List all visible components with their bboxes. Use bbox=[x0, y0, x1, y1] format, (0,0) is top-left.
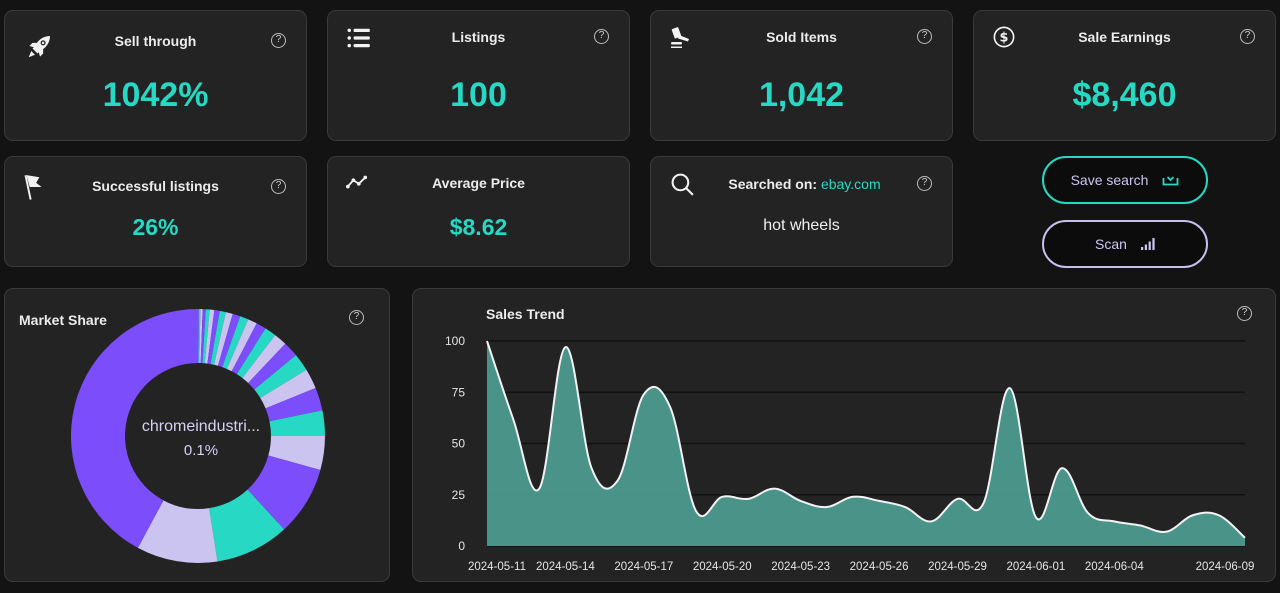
help-icon[interactable]: ? bbox=[917, 176, 932, 191]
save-search-button[interactable]: Save search bbox=[1042, 156, 1208, 204]
data-point[interactable] bbox=[640, 390, 648, 398]
listings-value: 100 bbox=[450, 76, 507, 114]
data-point[interactable] bbox=[1215, 511, 1223, 519]
data-point[interactable] bbox=[509, 415, 517, 423]
card-title: Successful listings bbox=[92, 178, 219, 194]
sale-earnings-card: $ Sale Earnings ? $8,460 bbox=[973, 10, 1276, 141]
help-icon[interactable]: ? bbox=[594, 29, 609, 44]
x-tick-label: 2024-06-01 bbox=[1006, 561, 1065, 573]
data-point[interactable] bbox=[483, 337, 491, 345]
donut-center-value: 0.1% bbox=[184, 442, 218, 459]
data-point[interactable] bbox=[1136, 522, 1144, 530]
help-icon[interactable]: ? bbox=[271, 33, 286, 48]
data-point[interactable] bbox=[1110, 517, 1118, 525]
donut-center-label: chromeindustri... bbox=[142, 418, 260, 435]
searched-on-label: Searched on: bbox=[728, 176, 818, 192]
searched-on-card: Searched on: ebay.com ? hot wheels bbox=[650, 156, 953, 267]
data-point[interactable] bbox=[588, 464, 596, 472]
data-point[interactable] bbox=[771, 485, 779, 493]
data-point[interactable] bbox=[849, 493, 857, 501]
card-title: Listings bbox=[451, 29, 506, 45]
search-query: hot wheels bbox=[763, 217, 840, 234]
help-icon[interactable]: ? bbox=[349, 310, 364, 325]
sales-trend-title: Sales Trend bbox=[486, 306, 565, 322]
scan-label: Scan bbox=[1095, 236, 1127, 252]
x-tick-label: 2024-06-04 bbox=[1085, 561, 1144, 573]
data-point[interactable] bbox=[1163, 528, 1171, 536]
data-point[interactable] bbox=[666, 403, 674, 411]
sold-items-card: Sold Items ? 1,042 bbox=[650, 10, 953, 141]
sell-through-card: Sell through ? 1042% bbox=[4, 10, 307, 141]
sales-trend-chart: 0 25 50 75 100 2024-05-11 2024-05-14 2024-05-17… bbox=[445, 334, 1255, 573]
y-tick-label: 25 bbox=[452, 488, 466, 502]
sales-trend-card: 0 25 50 75 100 2024-05-11 2024-05-14 2024-05-17… bbox=[412, 288, 1276, 582]
sold-items-value: 1,042 bbox=[758, 76, 845, 114]
data-point[interactable] bbox=[692, 507, 700, 515]
help-icon[interactable]: ? bbox=[917, 29, 932, 44]
x-tick-label: 2024-05-23 bbox=[771, 561, 830, 573]
data-point[interactable] bbox=[1241, 534, 1249, 542]
searched-site-link[interactable]: ebay.com bbox=[821, 176, 881, 192]
x-tick-label: 2024-05-26 bbox=[850, 561, 909, 573]
data-point[interactable] bbox=[927, 517, 935, 525]
card-title: Sold Items bbox=[766, 29, 837, 45]
data-point[interactable] bbox=[1058, 464, 1066, 472]
x-tick-label: 2024-06-09 bbox=[1196, 561, 1255, 573]
data-point[interactable] bbox=[823, 503, 831, 511]
data-point[interactable] bbox=[614, 476, 622, 484]
card-title: Sell through bbox=[114, 33, 197, 49]
data-point[interactable] bbox=[797, 497, 805, 505]
data-point[interactable] bbox=[744, 495, 752, 503]
help-icon[interactable]: ? bbox=[1240, 29, 1255, 44]
data-point[interactable] bbox=[1032, 513, 1040, 521]
market-share-card: chromeindustri... 0.1% Market Share ? bbox=[4, 288, 390, 582]
data-point[interactable] bbox=[953, 495, 961, 503]
data-point[interactable] bbox=[901, 503, 909, 511]
listings-card: Listings ? 100 bbox=[327, 10, 630, 141]
y-tick-label: 100 bbox=[445, 334, 465, 348]
data-point[interactable] bbox=[1006, 384, 1014, 392]
sell-through-value: 1042% bbox=[102, 76, 209, 114]
sale-earnings-value: $8,460 bbox=[1072, 76, 1177, 114]
y-tick-label: 75 bbox=[452, 385, 466, 399]
y-tick-label: 50 bbox=[452, 437, 466, 451]
x-tick-label: 2024-05-14 bbox=[536, 561, 595, 573]
card-title: Searched on: ebay.com bbox=[651, 176, 952, 192]
scan-button[interactable]: Scan bbox=[1042, 220, 1208, 268]
data-point[interactable] bbox=[980, 499, 988, 507]
card-title: Sale Earnings bbox=[1078, 29, 1171, 45]
market-share-donut: chromeindustri... 0.1% bbox=[71, 309, 325, 563]
average-price-card: Average Price $8.62 bbox=[327, 156, 630, 267]
successful-listings-card: Successful listings ? 26% bbox=[4, 156, 307, 267]
y-tick-label: 0 bbox=[458, 539, 465, 553]
successful-listings-value: 26% bbox=[132, 214, 179, 240]
data-point[interactable] bbox=[535, 485, 543, 493]
data-point[interactable] bbox=[718, 493, 726, 501]
x-tick-label: 2024-05-29 bbox=[928, 561, 987, 573]
data-point[interactable] bbox=[1084, 509, 1092, 517]
download-tray-icon bbox=[1162, 174, 1179, 186]
x-tick-label: 2024-05-20 bbox=[693, 561, 752, 573]
x-tick-label: 2024-05-17 bbox=[614, 561, 673, 573]
save-search-label: Save search bbox=[1070, 172, 1149, 188]
signal-bars-icon bbox=[1140, 238, 1155, 250]
card-title: Average Price bbox=[432, 175, 525, 191]
x-tick-label: 2024-05-11 bbox=[468, 561, 526, 573]
help-icon[interactable]: ? bbox=[1237, 306, 1252, 321]
help-icon[interactable]: ? bbox=[271, 179, 286, 194]
data-point[interactable] bbox=[561, 343, 569, 351]
average-price-value: $8.62 bbox=[449, 214, 508, 240]
data-point[interactable] bbox=[875, 497, 883, 505]
data-point[interactable] bbox=[1189, 511, 1197, 519]
market-share-title: Market Share bbox=[19, 312, 107, 328]
